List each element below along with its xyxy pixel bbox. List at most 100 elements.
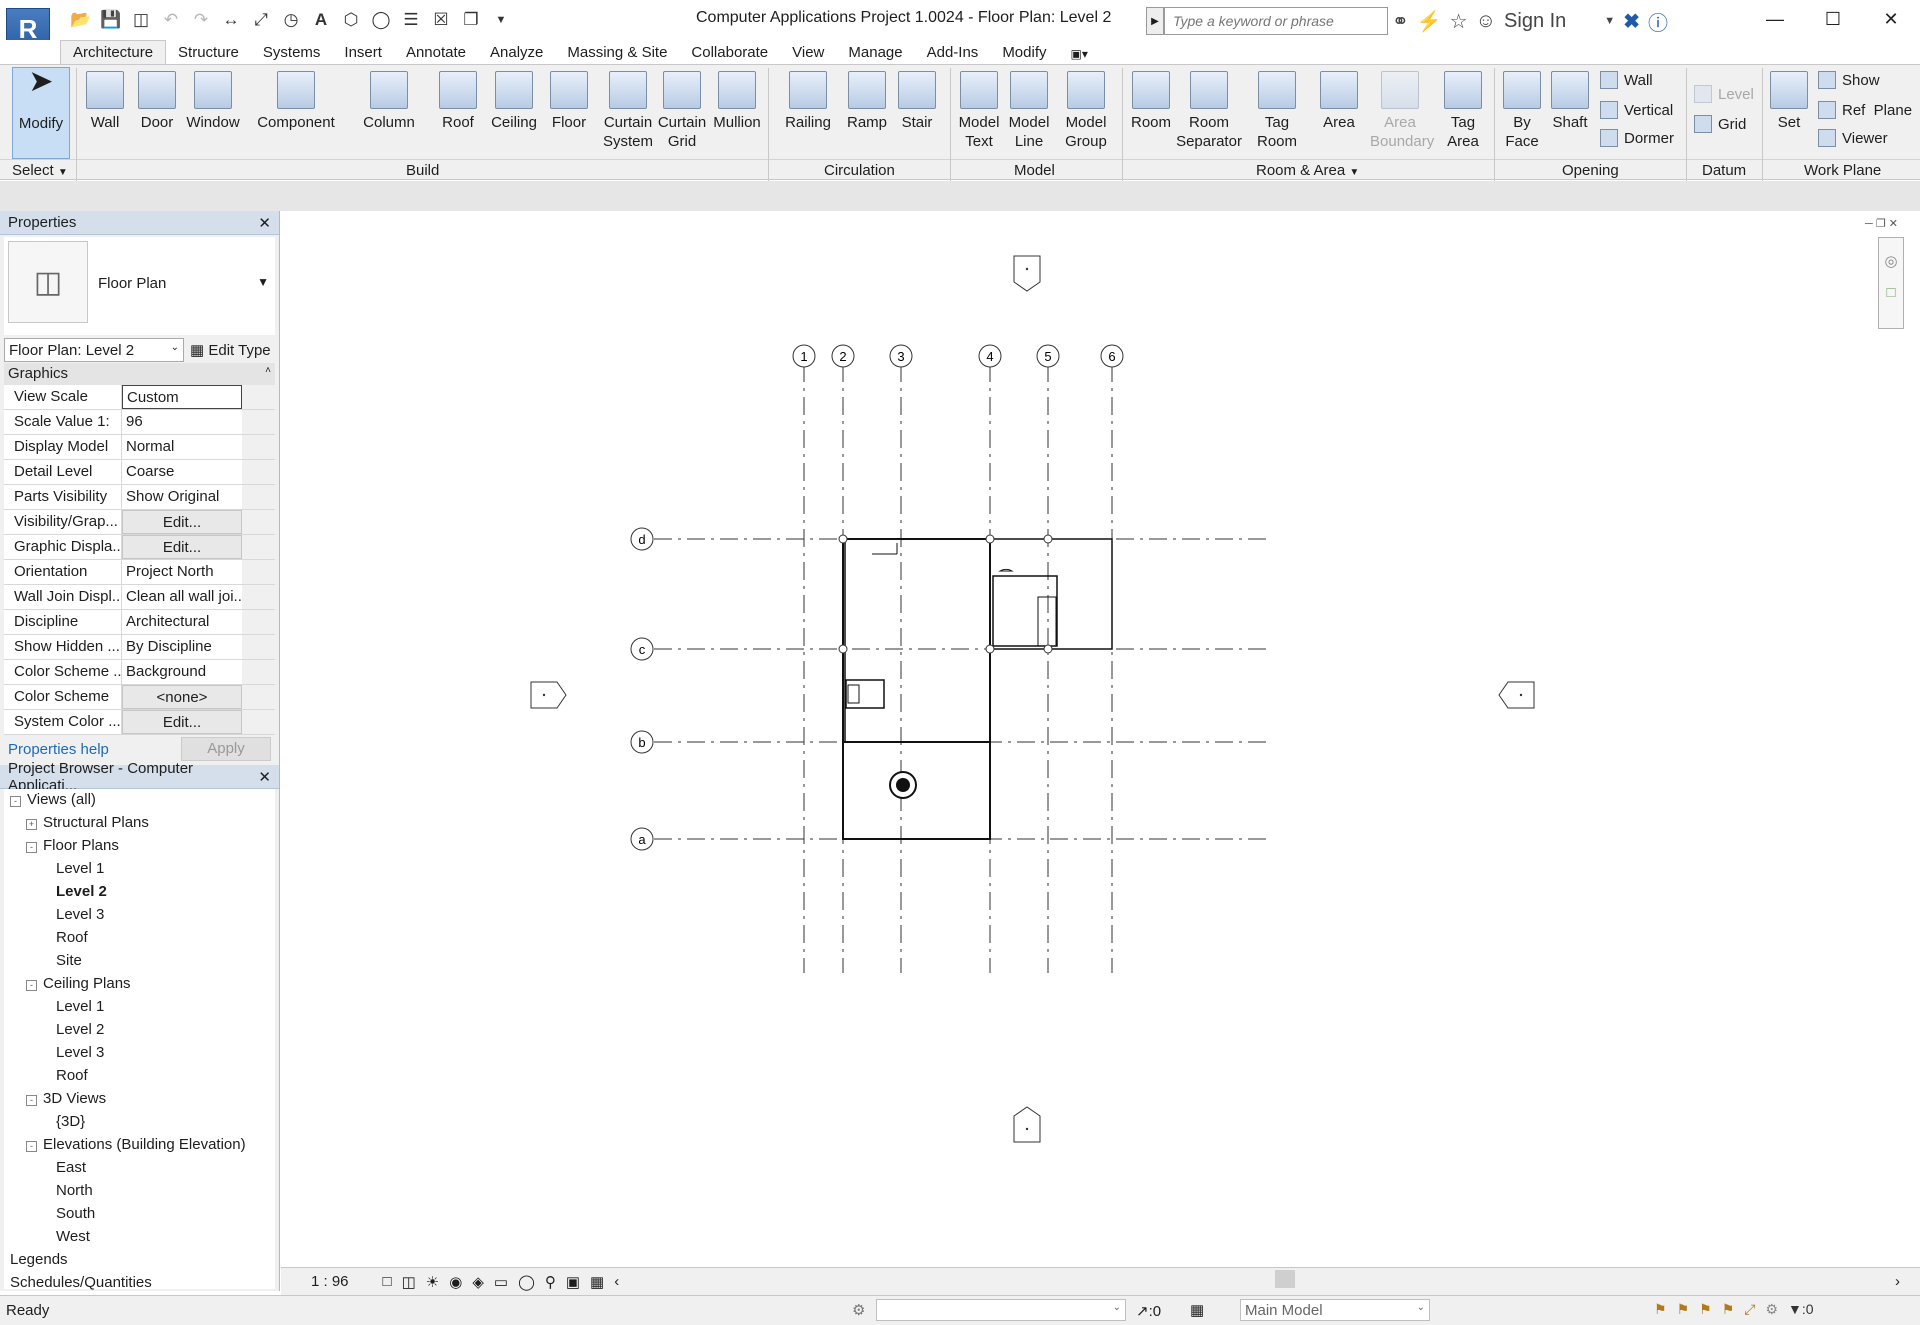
sync-icon[interactable]: ◫ — [128, 8, 154, 32]
apply-button[interactable]: Apply — [181, 737, 271, 761]
tab-modify[interactable]: Modify — [990, 41, 1058, 64]
property-value[interactable]: Architectural — [122, 610, 242, 634]
close-icon[interactable]: ✕ — [1862, 0, 1920, 38]
property-value[interactable]: 96 — [122, 410, 242, 434]
tree-item[interactable]: Level 2 — [56, 883, 107, 900]
show-button[interactable]: Show — [1818, 71, 1880, 89]
tree-item[interactable]: + Structural Plans — [26, 814, 149, 831]
property-value[interactable]: Custom — [122, 385, 242, 409]
tab-architecture[interactable]: Architecture — [60, 40, 167, 64]
property-value[interactable]: By Discipline — [122, 635, 242, 659]
undo-icon[interactable]: ↶ — [158, 8, 184, 32]
analytical-icon[interactable]: ▦ — [590, 1273, 604, 1291]
expander-icon[interactable]: - — [26, 1141, 37, 1152]
property-value[interactable]: Coarse — [122, 460, 242, 484]
expander-icon[interactable]: - — [26, 980, 37, 991]
tab-insert[interactable]: Insert — [332, 41, 394, 64]
area-button[interactable]: Area — [1316, 67, 1362, 132]
property-value[interactable]: Normal — [122, 435, 242, 459]
chevron-down-icon[interactable]: ▼ — [1604, 15, 1615, 27]
component-button[interactable]: Component — [254, 67, 338, 132]
3d-view-icon[interactable]: ⬡ — [338, 8, 364, 32]
tab-collaborate[interactable]: Collaborate — [679, 41, 780, 64]
minimize-icon[interactable]: — — [1746, 0, 1804, 38]
property-edit-button[interactable]: Edit... — [122, 535, 242, 559]
dormer-button[interactable]: Dormer — [1600, 129, 1674, 147]
tree-item[interactable]: Roof — [56, 1067, 88, 1084]
tab-analyze[interactable]: Analyze — [478, 41, 555, 64]
drag-elements-icon[interactable]: ⤢ — [1744, 1301, 1755, 1318]
tab-systems[interactable]: Systems — [251, 41, 333, 64]
filter-icon[interactable]: ▼:0 — [1788, 1301, 1814, 1318]
model-text-button[interactable]: Model Text — [954, 67, 1004, 151]
tab-annotate[interactable]: Annotate — [394, 41, 478, 64]
customize-qat-icon[interactable]: ▼ — [488, 8, 514, 32]
expander-icon[interactable]: + — [26, 819, 37, 830]
model-line-button[interactable]: Model Line — [1006, 67, 1052, 151]
render-icon[interactable]: ◈ — [472, 1273, 484, 1291]
by-face-button[interactable]: By Face — [1502, 67, 1542, 151]
redo-icon[interactable]: ↷ — [188, 8, 214, 32]
scroll-right-icon[interactable]: › — [1895, 1273, 1900, 1290]
select-pinned-icon[interactable]: ⚑ — [1699, 1301, 1712, 1318]
floor-button[interactable]: Floor — [548, 67, 590, 132]
tree-item[interactable]: South — [56, 1205, 95, 1222]
property-edit-button[interactable]: <none> — [122, 685, 242, 709]
room-button[interactable]: Room — [1128, 67, 1174, 132]
mullion-button[interactable]: Mullion — [710, 67, 764, 132]
expander-icon[interactable]: - — [10, 796, 21, 807]
reveal-hidden-icon[interactable]: ⚲ — [545, 1273, 556, 1291]
tag-icon[interactable]: ◷ — [278, 8, 304, 32]
switch-windows-icon[interactable]: ❐ — [458, 8, 484, 32]
tab-massing-site[interactable]: Massing & Site — [555, 41, 679, 64]
ribbon-toggle-icon[interactable]: ▣▾ — [1059, 44, 1100, 64]
shadows-icon[interactable]: ◉ — [449, 1273, 462, 1291]
grid-button[interactable]: Grid — [1694, 115, 1746, 133]
aligned-dimension-icon[interactable]: ⤢ — [248, 8, 274, 32]
lock-3d-icon[interactable]: ▣ — [566, 1273, 580, 1291]
tree-item[interactable]: - Floor Plans — [26, 837, 119, 854]
temp-hide-icon[interactable]: ◯ — [518, 1273, 535, 1291]
set-button[interactable]: Set — [1768, 67, 1810, 132]
shaft-button[interactable]: Shaft — [1548, 67, 1592, 132]
modify-button[interactable]: ➤ Modify — [12, 67, 70, 159]
detail-level-icon[interactable]: □ — [383, 1273, 392, 1290]
drawing-canvas[interactable]: ─ ❐ ✕ ◎ □ 123456dcba — [281, 211, 1920, 1291]
tag-area-button[interactable]: Tag Area — [1440, 67, 1486, 151]
sign-in-link[interactable]: Sign In — [1504, 10, 1566, 33]
tree-item[interactable]: -3D Views — [26, 1090, 106, 1107]
design-option-dropdown[interactable]: Main Model ⌄ — [1240, 1299, 1430, 1321]
visual-style-icon[interactable]: ◫ — [402, 1273, 416, 1291]
favorites-star-icon[interactable]: ☆ — [1450, 9, 1468, 34]
background-process-icon[interactable]: ⚙ — [1765, 1301, 1778, 1318]
ref-plane-button[interactable]: Ref Plane — [1818, 101, 1912, 119]
workset-dropdown[interactable]: ⌄ — [876, 1299, 1126, 1321]
tab-add-ins[interactable]: Add-Ins — [915, 41, 991, 64]
select-underlay-icon[interactable]: ⚑ — [1677, 1301, 1690, 1318]
subscription-icon[interactable]: ⚡ — [1417, 9, 1442, 34]
curtain-system-button[interactable]: Curtain System — [600, 67, 656, 151]
railing-button[interactable]: Railing — [782, 67, 834, 132]
chevron-down-icon[interactable]: ▼ — [257, 275, 269, 289]
tree-item[interactable]: - Ceiling Plans — [26, 975, 131, 992]
tree-item[interactable]: Level 2 — [56, 1021, 104, 1038]
select-dropdown[interactable]: Select ▼ — [12, 162, 68, 179]
elevation-marker[interactable] — [1498, 681, 1535, 709]
stair-button[interactable]: Stair — [894, 67, 940, 132]
open-icon[interactable]: 📂 — [68, 8, 94, 32]
edit-type-button[interactable]: ▦ Edit Type — [190, 341, 271, 359]
expander-icon[interactable]: - — [26, 1095, 37, 1106]
viewer-button[interactable]: Viewer — [1818, 129, 1888, 147]
tree-item[interactable]: Level 3 — [56, 906, 104, 923]
door-button[interactable]: Door — [136, 67, 178, 132]
thin-lines-icon[interactable]: ☰ — [398, 8, 424, 32]
user-icon[interactable]: ☺ — [1476, 10, 1496, 33]
expander-icon[interactable]: - — [26, 842, 37, 853]
help-icon[interactable]: ⓘ — [1648, 7, 1668, 36]
tree-item[interactable]: Level 1 — [56, 860, 104, 877]
maximize-icon[interactable]: ☐ — [1804, 0, 1862, 38]
property-edit-button[interactable]: Edit... — [122, 510, 242, 534]
crop-view-icon[interactable]: ▭ — [494, 1273, 508, 1291]
save-icon[interactable]: 💾 — [98, 8, 124, 32]
wall-opening-button[interactable]: Wall — [1600, 71, 1653, 89]
